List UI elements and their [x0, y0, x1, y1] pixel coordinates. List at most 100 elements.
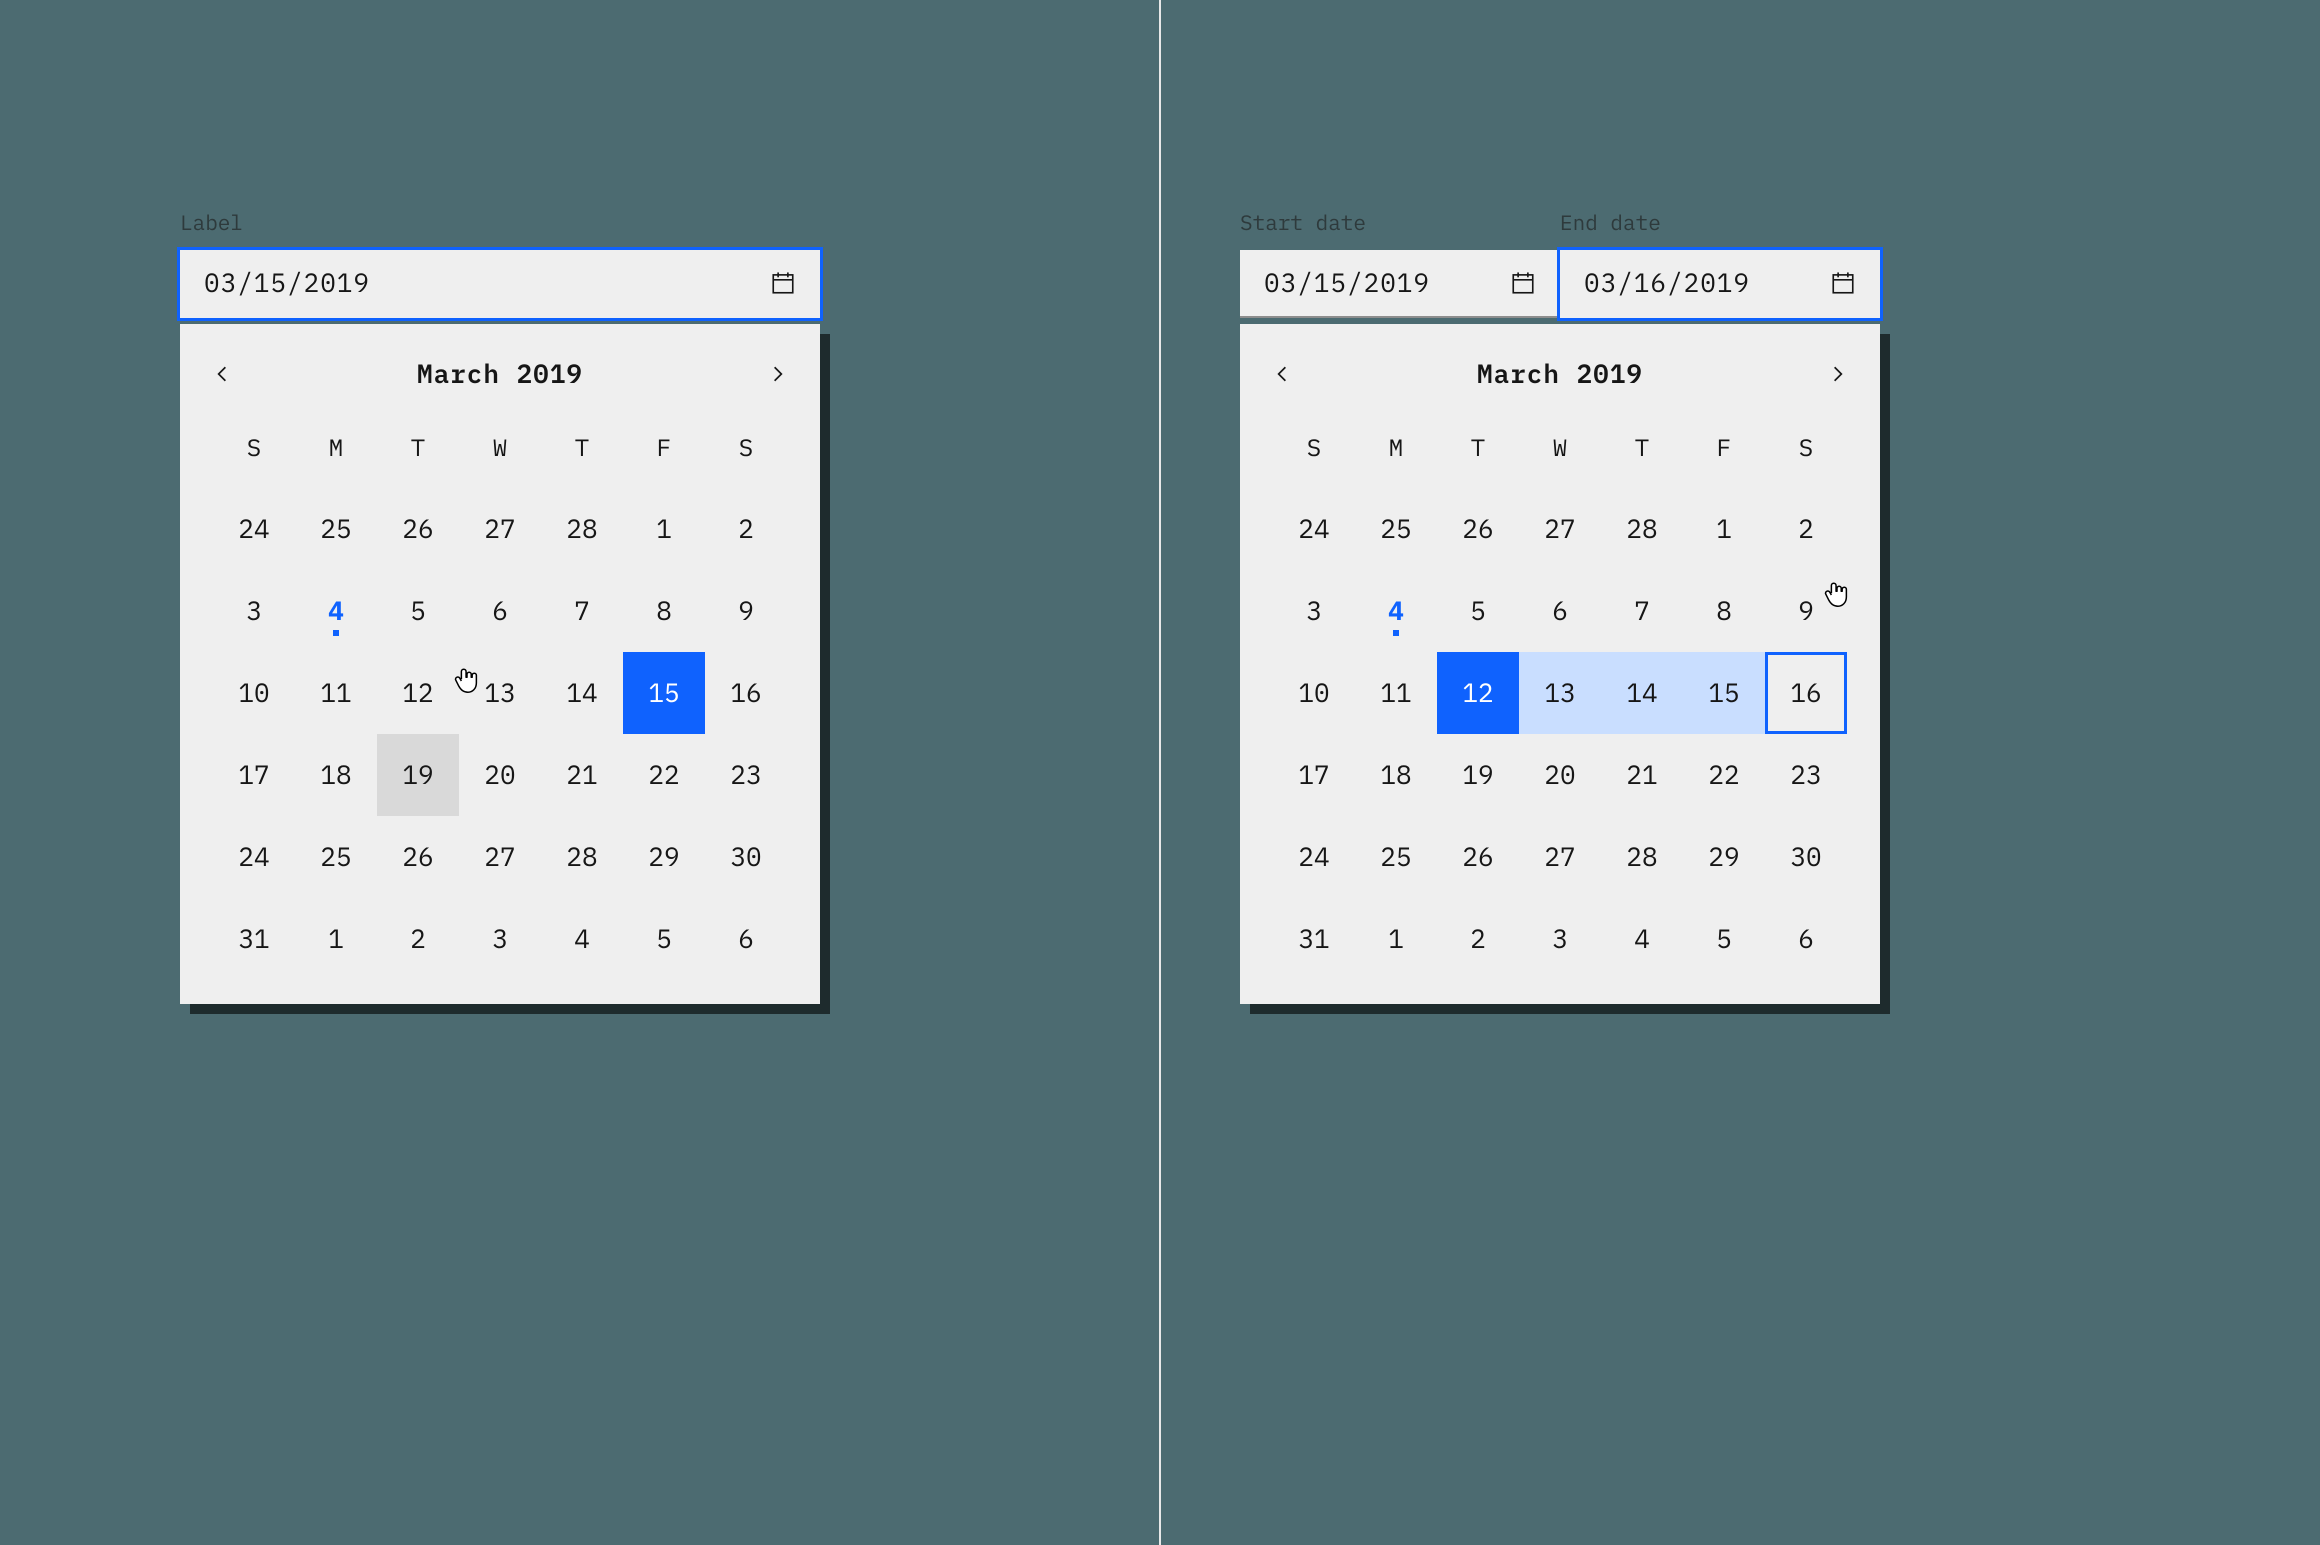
calendar-day[interactable]: 2	[1437, 898, 1519, 980]
calendar-day[interactable]: 27	[459, 816, 541, 898]
calendar-day[interactable]: 1	[623, 488, 705, 570]
calendar-day[interactable]: 29	[623, 816, 705, 898]
weekday-header: T	[1601, 406, 1683, 488]
calendar-day[interactable]: 28	[541, 816, 623, 898]
calendar-day[interactable]: 24	[1273, 488, 1355, 570]
calendar-day[interactable]: 8	[623, 570, 705, 652]
date-input[interactable]: 03/15/2019	[180, 250, 820, 318]
calendar-day[interactable]: 25	[1355, 816, 1437, 898]
calendar-day[interactable]: 16	[705, 652, 787, 734]
next-month-button[interactable]	[764, 360, 792, 388]
calendar-day[interactable]: 28	[1601, 816, 1683, 898]
calendar-day[interactable]: 8	[1683, 570, 1765, 652]
calendar-day[interactable]: 17	[213, 734, 295, 816]
calendar-day[interactable]: 27	[1519, 488, 1601, 570]
calendar-day[interactable]: 3	[1273, 570, 1355, 652]
calendar-day[interactable]: 3	[459, 898, 541, 980]
weekday-header: M	[1355, 406, 1437, 488]
calendar-day[interactable]: 19	[377, 734, 459, 816]
calendar-day[interactable]: 14	[1601, 652, 1683, 734]
weekday-header: M	[295, 406, 377, 488]
calendar-day[interactable]: 5	[1683, 898, 1765, 980]
calendar-day[interactable]: 29	[1683, 816, 1765, 898]
calendar-day[interactable]: 25	[1355, 488, 1437, 570]
calendar-day[interactable]: 13	[459, 652, 541, 734]
calendar-day[interactable]: 30	[1765, 816, 1847, 898]
calendar-day[interactable]: 4	[1601, 898, 1683, 980]
calendar-day[interactable]: 21	[541, 734, 623, 816]
calendar-day[interactable]: 24	[1273, 816, 1355, 898]
calendar-day[interactable]: 25	[295, 488, 377, 570]
weekday-header: S	[1273, 406, 1355, 488]
calendar-day[interactable]: 9	[705, 570, 787, 652]
calendar-day[interactable]: 5	[623, 898, 705, 980]
calendar-day[interactable]: 9	[1765, 570, 1847, 652]
calendar-day[interactable]: 20	[1519, 734, 1601, 816]
calendar-day[interactable]: 27	[459, 488, 541, 570]
calendar-day[interactable]: 22	[623, 734, 705, 816]
calendar-day[interactable]: 14	[541, 652, 623, 734]
calendar-day[interactable]: 1	[295, 898, 377, 980]
next-month-button[interactable]	[1824, 360, 1852, 388]
calendar-day[interactable]: 4	[1355, 570, 1437, 652]
calendar-day[interactable]: 26	[1437, 816, 1519, 898]
calendar-day[interactable]: 26	[377, 488, 459, 570]
calendar-day[interactable]: 7	[1601, 570, 1683, 652]
calendar-day[interactable]: 5	[1437, 570, 1519, 652]
calendar-day[interactable]: 26	[1437, 488, 1519, 570]
calendar-day[interactable]: 10	[213, 652, 295, 734]
weekday-header: S	[705, 406, 787, 488]
calendar-day[interactable]: 3	[213, 570, 295, 652]
calendar-day[interactable]: 10	[1273, 652, 1355, 734]
calendar-icon	[1510, 270, 1536, 296]
calendar-day[interactable]: 22	[1683, 734, 1765, 816]
calendar-day[interactable]: 1	[1355, 898, 1437, 980]
end-date-input[interactable]: 03/16/2019	[1560, 250, 1880, 318]
calendar-day[interactable]: 1	[1683, 488, 1765, 570]
calendar-day[interactable]: 4	[295, 570, 377, 652]
calendar-day[interactable]: 6	[459, 570, 541, 652]
calendar-day[interactable]: 13	[1519, 652, 1601, 734]
calendar-day[interactable]: 2	[377, 898, 459, 980]
calendar-day[interactable]: 17	[1273, 734, 1355, 816]
calendar-day[interactable]: 28	[541, 488, 623, 570]
prev-month-button[interactable]	[208, 360, 236, 388]
calendar-day[interactable]: 15	[1683, 652, 1765, 734]
calendar-day[interactable]: 21	[1601, 734, 1683, 816]
calendar-day[interactable]: 18	[295, 734, 377, 816]
calendar-day[interactable]: 6	[1519, 570, 1601, 652]
calendar-day[interactable]: 28	[1601, 488, 1683, 570]
calendar-popup: March 2019 SMTWTFS 242526272812345678910…	[1240, 324, 1880, 1004]
calendar-day[interactable]: 11	[295, 652, 377, 734]
calendar-day[interactable]: 3	[1519, 898, 1601, 980]
calendar-day[interactable]: 19	[1437, 734, 1519, 816]
start-date-input[interactable]: 03/15/2019	[1240, 250, 1560, 318]
calendar-day[interactable]: 26	[377, 816, 459, 898]
weekday-header: W	[459, 406, 541, 488]
calendar-day[interactable]: 25	[295, 816, 377, 898]
calendar-day[interactable]: 16	[1765, 652, 1847, 734]
calendar-day[interactable]: 4	[541, 898, 623, 980]
calendar-day[interactable]: 18	[1355, 734, 1437, 816]
calendar-day[interactable]: 24	[213, 488, 295, 570]
calendar-day[interactable]: 12	[1437, 652, 1519, 734]
calendar-day[interactable]: 24	[213, 816, 295, 898]
calendar-day[interactable]: 11	[1355, 652, 1437, 734]
calendar-day[interactable]: 31	[1273, 898, 1355, 980]
calendar-day[interactable]: 6	[1765, 898, 1847, 980]
calendar-day[interactable]: 2	[1765, 488, 1847, 570]
calendar-day[interactable]: 15	[623, 652, 705, 734]
calendar-day[interactable]: 20	[459, 734, 541, 816]
calendar-day[interactable]: 7	[541, 570, 623, 652]
calendar-day[interactable]: 23	[1765, 734, 1847, 816]
prev-month-button[interactable]	[1268, 360, 1296, 388]
calendar-day[interactable]: 6	[705, 898, 787, 980]
start-date-label: Start date	[1240, 208, 1560, 236]
calendar-day[interactable]: 23	[705, 734, 787, 816]
calendar-day[interactable]: 27	[1519, 816, 1601, 898]
calendar-day[interactable]: 12	[377, 652, 459, 734]
calendar-day[interactable]: 5	[377, 570, 459, 652]
calendar-day[interactable]: 2	[705, 488, 787, 570]
calendar-day[interactable]: 31	[213, 898, 295, 980]
calendar-day[interactable]: 30	[705, 816, 787, 898]
